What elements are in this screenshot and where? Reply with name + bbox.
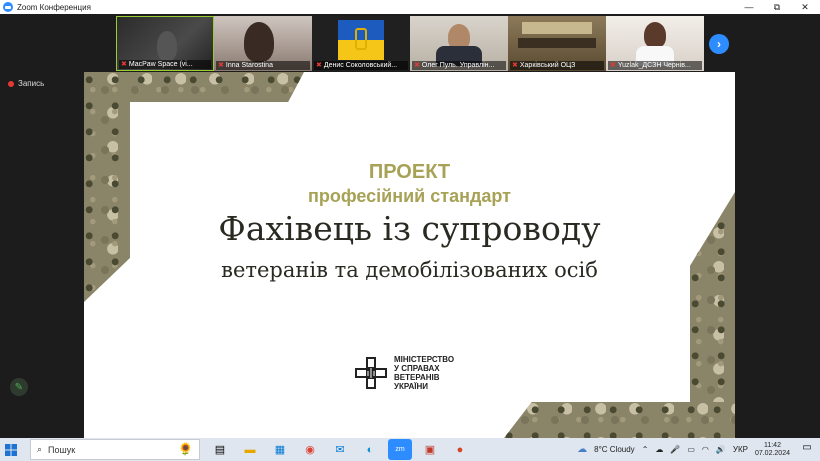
- mic-muted-icon: ✖: [414, 62, 420, 69]
- system-tray: ☁ 8°C Cloudy ⌃ ☁ 🎤 ▭ ◠ 🔊 УКР 11:42 07.02…: [577, 438, 790, 461]
- chevron-right-icon: ›: [717, 37, 721, 51]
- language-indicator[interactable]: УКР: [733, 445, 748, 454]
- close-button[interactable]: ✕: [791, 0, 819, 14]
- annotate-button[interactable]: ✎: [10, 378, 28, 396]
- shared-screen: ПРОЕКТ професійний стандарт Фахівець із …: [84, 72, 735, 438]
- edge-icon[interactable]: ◐: [358, 439, 382, 460]
- mic-muted-icon: ✖: [610, 62, 616, 69]
- clock-time: 11:42: [763, 441, 781, 449]
- participant-name: MacPaw Space (vi...: [128, 61, 193, 68]
- microphone-icon[interactable]: 🎤: [670, 445, 680, 454]
- windows-logo-icon: [5, 443, 17, 456]
- slide-title: Фахівець із супроводу: [218, 209, 601, 248]
- cloud-icon: ☁: [577, 444, 588, 455]
- participant-video[interactable]: ✖ Харківський ОЦЗ: [508, 16, 606, 71]
- start-button[interactable]: [0, 438, 22, 461]
- window-title: Zoom Конференция: [17, 2, 91, 12]
- meeting-stage: ✖ MacPaw Space (vi... ✖ Inna Starostina ✖ Д…: [0, 14, 820, 438]
- search-highlight-icon: 🌻: [178, 442, 193, 456]
- powerpoint-icon[interactable]: ●: [448, 439, 472, 460]
- slide-line-project: ПРОЕКТ: [368, 161, 451, 183]
- file-explorer-icon[interactable]: ▬: [238, 439, 262, 460]
- recording-indicator[interactable]: Запись: [8, 79, 44, 88]
- clock[interactable]: 11:42 07.02.2024: [755, 442, 790, 458]
- zoom-icon[interactable]: zm: [388, 439, 412, 460]
- participant-video[interactable]: ✖ Денис Соколовський...: [312, 16, 410, 71]
- store-icon[interactable]: ▦: [268, 439, 292, 460]
- maximize-button[interactable]: ⧉: [763, 0, 791, 14]
- mic-muted-icon: ✖: [316, 62, 322, 69]
- ministry-emblem-icon: [354, 356, 388, 390]
- participant-name: Yuzlak_ДСЗН Чернів...: [617, 62, 691, 69]
- slide-line-standard: професійний стандарт: [308, 186, 511, 206]
- ministry-logo: МІНІСТЕРСТВО У СПРАВАХ ВЕТЕРАНІВ УКРАЇНИ: [354, 355, 454, 391]
- title-bar: Zoom Конференция — ⧉ ✕: [0, 0, 820, 14]
- ministry-line: МІНІСТЕРСТВО: [394, 355, 455, 364]
- mail-icon[interactable]: ✉: [328, 439, 352, 460]
- search-label: Пошук: [48, 444, 76, 455]
- pencil-icon: ✎: [14, 381, 24, 393]
- participant-video[interactable]: ✖ MacPaw Space (vi...: [116, 16, 214, 71]
- record-dot-icon: [8, 80, 14, 87]
- mic-muted-icon: ✖: [121, 61, 127, 68]
- participant-name: Олег Пуль. Управлін...: [421, 62, 495, 69]
- participant-strip: ✖ MacPaw Space (vi... ✖ Inna Starostina ✖ Д…: [116, 16, 704, 71]
- mic-muted-icon: ✖: [218, 62, 224, 69]
- volume-icon[interactable]: 🔊: [716, 445, 726, 454]
- ukraine-flag-icon: [338, 20, 384, 60]
- ministry-line: УКРАЇНИ: [394, 382, 429, 391]
- participant-name: Inna Starostina: [225, 62, 273, 69]
- participant-name: Харківський ОЦЗ: [519, 62, 576, 69]
- mic-muted-icon: ✖: [512, 62, 518, 69]
- notification-icon[interactable]: ▭: [800, 442, 814, 456]
- slide-subtitle: ветеранів та демобілізованих осіб: [221, 258, 598, 282]
- chrome-icon[interactable]: ◉: [298, 439, 322, 460]
- participant-name: Денис Соколовський...: [323, 62, 398, 69]
- clock-date: 07.02.2024: [754, 449, 790, 457]
- weather-text[interactable]: 8°C Cloudy: [594, 445, 635, 454]
- minimize-button[interactable]: —: [735, 0, 763, 14]
- recording-label: Запись: [18, 79, 45, 88]
- chevron-up-icon[interactable]: ⌃: [642, 445, 649, 454]
- participant-video[interactable]: ✖ Yuzlak_ДСЗН Чернів...: [606, 16, 704, 71]
- zoom-app-icon: [3, 2, 13, 12]
- camo-border-bottom-right: [504, 402, 735, 438]
- windows-taskbar: ⌕ Пошук 🌻 ▤ ▬ ▦ ◉ ✉ ◐ zm ▣ ● ☁ 8°C Cloud…: [0, 438, 820, 461]
- participant-video[interactable]: ✖ Inna Starostina: [214, 16, 312, 71]
- calendar-icon[interactable]: ▣: [418, 439, 442, 460]
- taskbar-search[interactable]: ⌕ Пошук 🌻: [30, 439, 200, 460]
- next-page-button[interactable]: ›: [709, 34, 729, 54]
- task-view-icon[interactable]: ▤: [208, 439, 232, 460]
- search-icon: ⌕: [37, 444, 43, 454]
- ministry-line: ВЕТЕРАНІВ: [394, 373, 440, 382]
- network-icon[interactable]: ▭: [687, 445, 695, 454]
- onedrive-icon[interactable]: ☁: [655, 445, 663, 454]
- wifi-icon[interactable]: ◠: [702, 445, 709, 454]
- participant-video[interactable]: ✖ Олег Пуль. Управлін...: [410, 16, 508, 71]
- ministry-line: У СПРАВАХ: [394, 364, 440, 373]
